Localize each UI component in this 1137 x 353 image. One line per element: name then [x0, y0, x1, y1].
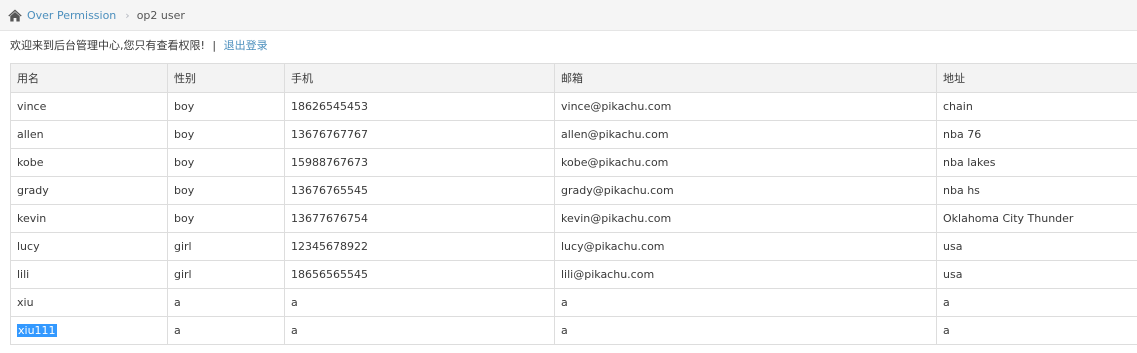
cell-email: grady@pikachu.com — [554, 176, 937, 205]
cell-email: lucy@pikachu.com — [554, 232, 937, 261]
cell-gender: boy — [167, 120, 285, 149]
table-row: kobe boy 15988767673 kobe@pikachu.com nb… — [10, 148, 1137, 177]
cell-gender: boy — [167, 176, 285, 205]
cell-email: a — [554, 316, 937, 345]
cell-phone: 18626545453 — [284, 92, 555, 121]
cell-email: lili@pikachu.com — [554, 260, 937, 289]
breadcrumb-parent-link[interactable]: Over Permission — [27, 9, 116, 22]
home-icon[interactable] — [8, 9, 22, 22]
cell-phone: 13676765545 — [284, 176, 555, 205]
cell-phone: a — [284, 316, 555, 345]
cell-email: vince@pikachu.com — [554, 92, 937, 121]
cell-address: Oklahoma City Thunder — [936, 204, 1137, 233]
column-header-phone: 手机 — [284, 63, 555, 93]
table-row: allen boy 13676767767 allen@pikachu.com … — [10, 120, 1137, 149]
cell-username: xiu111 — [10, 316, 168, 345]
cell-phone: 18656565545 — [284, 260, 555, 289]
column-header-address: 地址 — [936, 63, 1137, 93]
breadcrumb-current: op2 user — [136, 8, 185, 22]
cell-gender: girl — [167, 260, 285, 289]
table-row: xiu a a a a — [10, 288, 1137, 317]
cell-gender: a — [167, 288, 285, 317]
cell-email: kobe@pikachu.com — [554, 148, 937, 177]
cell-email: a — [554, 288, 937, 317]
welcome-bar: 欢迎来到后台管理中心,您只有查看权限! | 退出登录 — [10, 38, 268, 54]
cell-address: a — [936, 316, 1137, 345]
column-header-email: 邮箱 — [554, 63, 937, 93]
cell-username: lucy — [10, 232, 168, 261]
table-row: xiu111 a a a a — [10, 316, 1137, 345]
cell-username: lili — [10, 260, 168, 289]
cell-address: nba 76 — [936, 120, 1137, 149]
cell-phone: 12345678922 — [284, 232, 555, 261]
cell-address: nba hs — [936, 176, 1137, 205]
cell-gender: girl — [167, 232, 285, 261]
cell-username: kobe — [10, 148, 168, 177]
cell-username: allen — [10, 120, 168, 149]
cell-address: nba lakes — [936, 148, 1137, 177]
cell-gender: boy — [167, 148, 285, 177]
breadcrumb: Over Permission › op2 user — [0, 0, 1137, 31]
cell-username: vince — [10, 92, 168, 121]
column-header-gender: 性别 — [167, 63, 285, 93]
cell-address: chain — [936, 92, 1137, 121]
cell-address: a — [936, 288, 1137, 317]
table-row: kevin boy 13677676754 kevin@pikachu.com … — [10, 204, 1137, 233]
cell-phone: 13676767767 — [284, 120, 555, 149]
logout-link[interactable]: 退出登录 — [224, 39, 268, 52]
table-header-row: 用名 性别 手机 邮箱 地址 — [10, 63, 1137, 93]
cell-address: usa — [936, 232, 1137, 261]
welcome-separator: | — [212, 39, 217, 52]
cell-username: xiu — [10, 288, 168, 317]
cell-username: kevin — [10, 204, 168, 233]
table-row: vince boy 18626545453 vince@pikachu.com … — [10, 92, 1137, 121]
cell-phone: a — [284, 288, 555, 317]
table-row: lucy girl 12345678922 lucy@pikachu.com u… — [10, 232, 1137, 261]
cell-phone: 15988767673 — [284, 148, 555, 177]
column-header-username: 用名 — [10, 63, 168, 93]
cell-username: grady — [10, 176, 168, 205]
table-row: grady boy 13676765545 grady@pikachu.com … — [10, 176, 1137, 205]
welcome-message: 欢迎来到后台管理中心,您只有查看权限! — [10, 39, 205, 52]
cell-phone: 13677676754 — [284, 204, 555, 233]
cell-address: usa — [936, 260, 1137, 289]
chevron-right-icon: › — [125, 8, 130, 22]
cell-email: allen@pikachu.com — [554, 120, 937, 149]
cell-gender: boy — [167, 92, 285, 121]
user-table: 用名 性别 手机 邮箱 地址 vince boy 18626545453 vin… — [10, 63, 1137, 345]
table-row: lili girl 18656565545 lili@pikachu.com u… — [10, 260, 1137, 289]
cell-gender: a — [167, 316, 285, 345]
cell-email: kevin@pikachu.com — [554, 204, 937, 233]
selected-text: xiu111 — [17, 324, 57, 337]
cell-gender: boy — [167, 204, 285, 233]
